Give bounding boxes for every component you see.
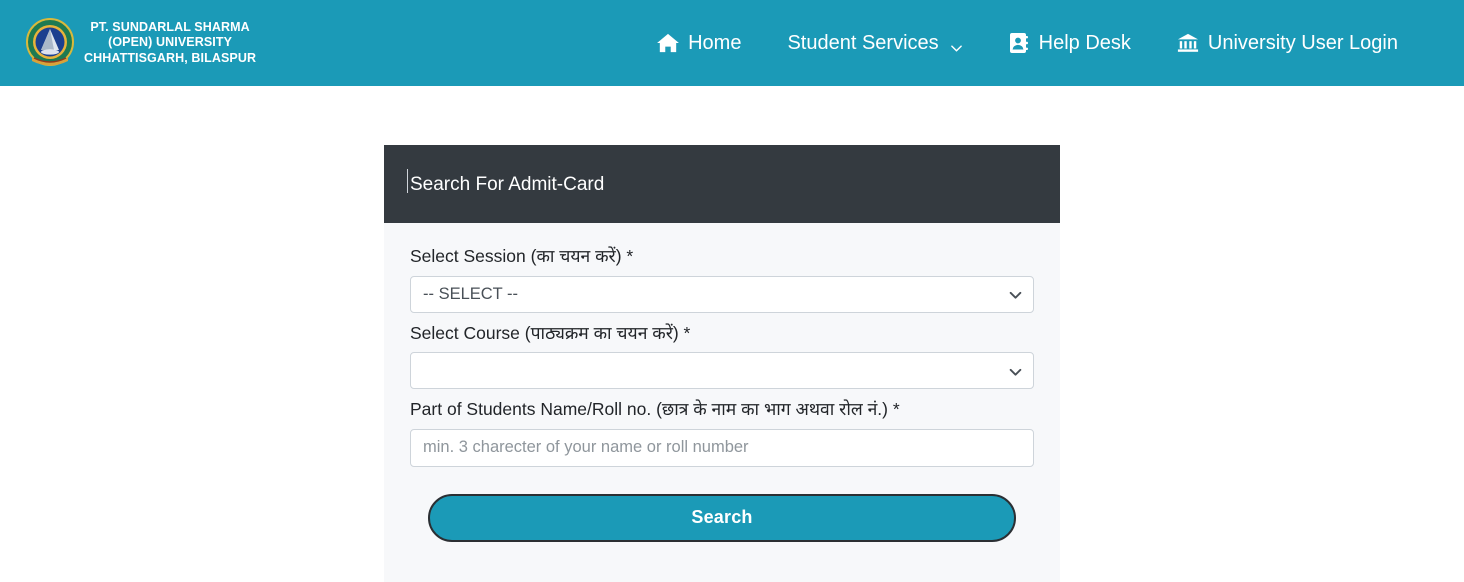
search-button[interactable]: Search [428,493,1016,542]
nav-item-home[interactable]: Home [657,32,741,54]
select-course-dropdown[interactable] [410,352,1034,390]
nav-item-university-user-login[interactable]: University User Login [1177,32,1398,54]
card-body: Select Session (का चयन करें) * -- SELECT… [384,223,1060,582]
admit-card-search-card: Search For Admit-Card Select Session (का… [384,145,1060,582]
label-select-session: Select Session (का चयन करें) * [410,246,634,266]
university-seal-logo [24,17,76,69]
label-select-course: Select Course (पाठ्यक्रम का चयन करें) * [410,322,691,343]
nav-item-student-services[interactable]: Student Services [787,32,962,54]
nav-item-help-desk[interactable]: Help Desk [1008,32,1131,54]
nav-links: Home Student Services Help Desk Universi… [657,32,1404,54]
student-name-or-roll-placeholder: min. 3 charecter of your name or roll nu… [423,438,749,457]
chevron-down-icon [950,38,962,52]
brand-line-1: PT. SUNDARLAL SHARMA [90,19,250,34]
select-session-dropdown[interactable]: -- SELECT -- [410,275,1034,313]
brand-line-3: CHHATTISGARH, BILASPUR [84,50,257,65]
page-body: Search For Admit-Card Select Session (का… [0,86,1464,582]
text-cursor [407,168,408,193]
university-building-icon [1177,32,1199,54]
search-button-wrap: Search [410,493,1034,542]
brand-logo-block[interactable]: PT. SUNDARLAL SHARMA (OPEN) UNIVERSITY C… [24,17,256,69]
home-icon [657,32,680,54]
brand-text: PT. SUNDARLAL SHARMA (OPEN) UNIVERSITY C… [84,20,256,67]
nav-item-student-services-label: Student Services [787,32,939,54]
top-navbar: PT. SUNDARLAL SHARMA (OPEN) UNIVERSITY C… [0,0,1464,86]
chevron-down-icon [1009,364,1022,377]
address-book-icon [1008,32,1030,54]
select-session-value: -- SELECT -- [423,284,519,303]
card-header-title-text: Search For Admit-Card [410,173,605,195]
student-name-or-roll-input[interactable]: min. 3 charecter of your name or roll nu… [410,428,1034,467]
page-title: Search For Admit-Card [407,168,605,195]
nav-item-university-user-login-label: University User Login [1207,32,1398,54]
brand-line-2: (OPEN) UNIVERSITY [108,35,233,50]
nav-item-home-label: Home [688,32,742,54]
chevron-down-icon [1009,288,1022,301]
card-header: Search For Admit-Card [384,145,1060,223]
nav-item-help-desk-label: Help Desk [1038,32,1131,54]
label-student-name-or-roll: Part of Students Name/Roll no. (छात्र के… [410,399,900,420]
